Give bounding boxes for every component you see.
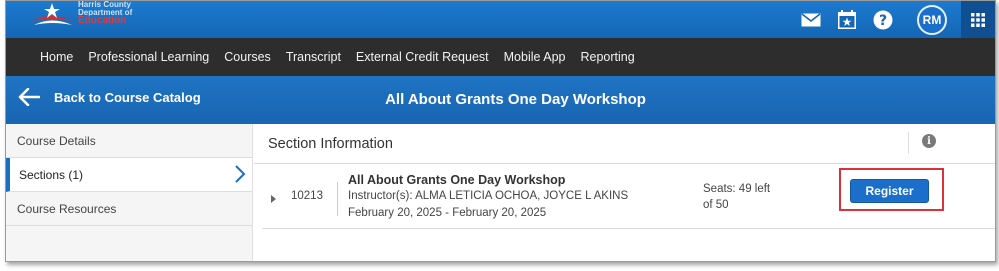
top-bar: Harris County Department of Education ? … — [6, 1, 995, 38]
main-nav: Home Professional Learning Courses Trans… — [6, 38, 995, 76]
course-title-bar: All About Grants One Day Workshop Back t… — [6, 76, 995, 124]
logo-line-3: Education — [78, 15, 127, 26]
sidebar-item-sections[interactable]: Sections (1) — [6, 158, 252, 192]
row-divider — [337, 182, 338, 216]
nav-transcript[interactable]: Transcript — [286, 50, 341, 64]
nav-mobile-app[interactable]: Mobile App — [504, 50, 566, 64]
register-button[interactable]: Register — [850, 179, 929, 203]
section-instructors: Instructor(s): ALMA LETICIA OCHOA, JOYCE… — [348, 190, 629, 202]
svg-text:?: ? — [879, 13, 887, 29]
sidebar-item-label: Course Details — [17, 133, 96, 148]
section-course-name: All About Grants One Day Workshop — [348, 173, 566, 187]
section-title: Section Information — [268, 136, 393, 152]
chevron-right-icon — [235, 165, 246, 183]
app-window: Harris County Department of Education ? … — [5, 0, 996, 262]
logo-star-icon — [32, 3, 72, 25]
nav-reporting[interactable]: Reporting — [580, 50, 634, 64]
calendar-star-icon[interactable] — [835, 8, 859, 32]
district-logo[interactable]: Harris County Department of Education — [30, 1, 140, 31]
section-id: 10213 — [291, 190, 323, 202]
sidebar-item-course-details[interactable]: Course Details — [6, 124, 252, 158]
course-sidebar: Course Details Sections (1) Course Resou… — [6, 124, 253, 261]
info-icon[interactable]: i — [922, 134, 936, 148]
header-actions: ? RM — [799, 1, 995, 38]
section-dates: February 20, 2025 - February 20, 2025 — [348, 207, 547, 219]
back-to-catalog-link[interactable]: Back to Course Catalog — [18, 88, 201, 106]
back-label: Back to Course Catalog — [54, 89, 201, 105]
nav-courses[interactable]: Courses — [224, 50, 271, 64]
section-header: Section Information i — [254, 124, 995, 164]
help-icon[interactable]: ? — [871, 8, 895, 32]
avatar[interactable]: RM — [917, 4, 947, 35]
section-panel: Section Information i 10213 All About Gr… — [254, 124, 995, 261]
seats-available: Seats: 49 left of 50 — [703, 181, 783, 213]
sidebar-item-course-resources[interactable]: Course Resources — [6, 192, 252, 226]
apps-grid-icon[interactable] — [961, 1, 995, 38]
header-divider — [908, 132, 909, 154]
mail-icon[interactable] — [799, 8, 823, 32]
back-arrow-icon — [18, 88, 40, 106]
logo-text: Harris County Department of Education — [78, 1, 132, 26]
expand-caret-icon[interactable] — [271, 195, 276, 203]
seats-line-2: of 50 — [703, 199, 729, 211]
sidebar-item-label: Sections (1) — [19, 167, 84, 182]
nav-home[interactable]: Home — [40, 50, 73, 64]
nav-external-credit-request[interactable]: External Credit Request — [356, 50, 489, 64]
sidebar-item-label: Course Resources — [17, 201, 117, 216]
seats-line-1: Seats: 49 left — [703, 183, 771, 195]
table-row: 10213 All About Grants One Day Workshop … — [262, 164, 995, 229]
nav-professional-learning[interactable]: Professional Learning — [88, 50, 209, 64]
